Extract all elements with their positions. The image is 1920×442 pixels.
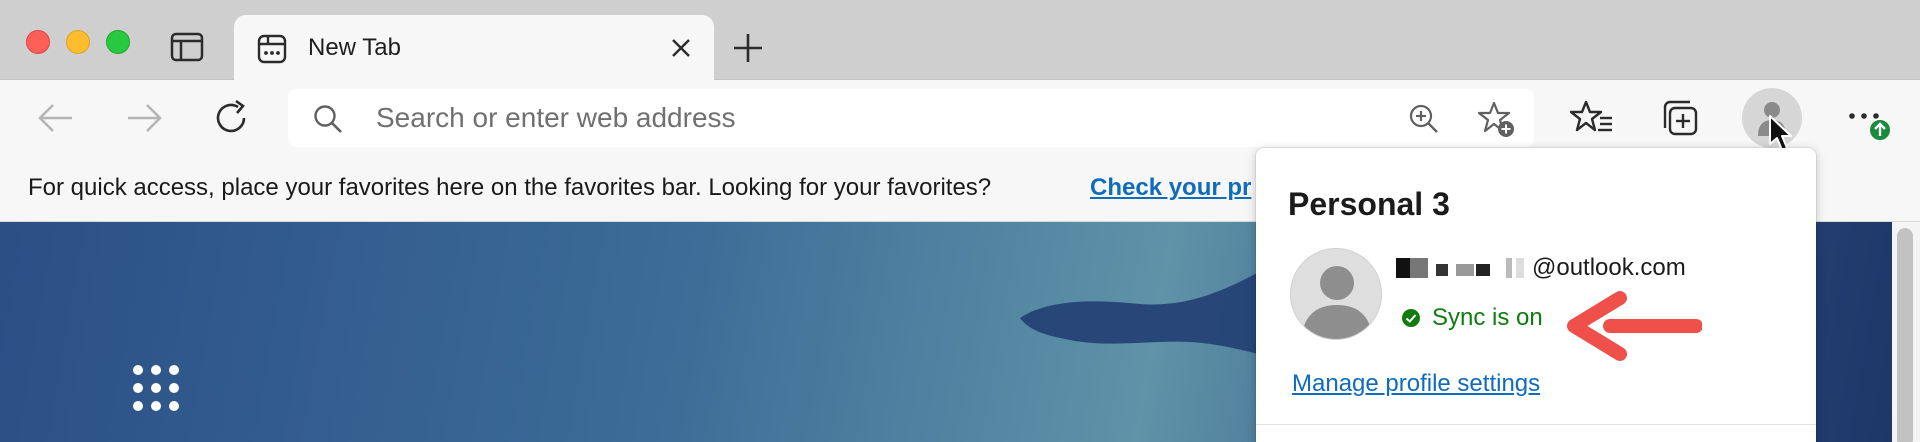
profile-flyout: Personal 3 @outlook.com Sync is on Manag… — [1256, 148, 1816, 442]
flyout-divider — [1256, 424, 1816, 425]
profile-email: @outlook.com — [1396, 254, 1686, 284]
new-tab-plus-icon[interactable] — [730, 30, 766, 66]
redacted-email-username — [1396, 256, 1532, 280]
tab-strip: New Tab — [0, 0, 1920, 81]
favorites-bar-message: For quick access, place your favorites h… — [28, 174, 992, 201]
check-favorites-link[interactable]: Check your pr — [1090, 174, 1251, 202]
new-tab-grid-icon — [257, 34, 287, 64]
app-launcher-grid-icon[interactable] — [130, 362, 182, 414]
refresh-icon[interactable] — [210, 96, 254, 140]
address-input[interactable] — [376, 103, 1276, 133]
sync-status: Sync is on — [1402, 304, 1543, 334]
sync-check-icon — [1402, 309, 1420, 327]
close-window-button[interactable] — [26, 30, 50, 54]
tab-new-tab[interactable]: New Tab — [234, 15, 714, 81]
forward-arrow-icon[interactable] — [122, 96, 166, 140]
address-bar[interactable] — [288, 89, 1534, 147]
update-available-arrow-icon[interactable] — [1868, 118, 1892, 142]
zoom-in-icon[interactable] — [1406, 101, 1442, 137]
sync-status-text: Sync is on — [1432, 304, 1543, 331]
navigation-toolbar — [0, 80, 1920, 156]
profile-name: Personal 3 — [1288, 186, 1450, 222]
favorites-list-icon[interactable] — [1570, 96, 1614, 140]
tab-title: New Tab — [308, 34, 401, 61]
manage-profile-settings-link[interactable]: Manage profile settings — [1292, 370, 1540, 398]
search-icon — [314, 105, 342, 133]
close-icon[interactable] — [670, 37, 692, 59]
profile-avatar — [1290, 248, 1382, 340]
tab-actions-icon[interactable] — [170, 32, 204, 62]
annotation-arrow-icon — [1567, 291, 1702, 361]
browser-window: New Tab Search or enter web address For … — [0, 0, 1920, 442]
collections-icon[interactable] — [1658, 96, 1702, 140]
minimize-window-button[interactable] — [66, 30, 90, 54]
add-favorite-star-icon[interactable] — [1476, 99, 1516, 139]
back-arrow-icon[interactable] — [34, 96, 78, 140]
page-scrollbar-thumb[interactable] — [1897, 228, 1913, 442]
email-domain: @outlook.com — [1532, 254, 1686, 281]
zoom-window-button[interactable] — [106, 30, 130, 54]
